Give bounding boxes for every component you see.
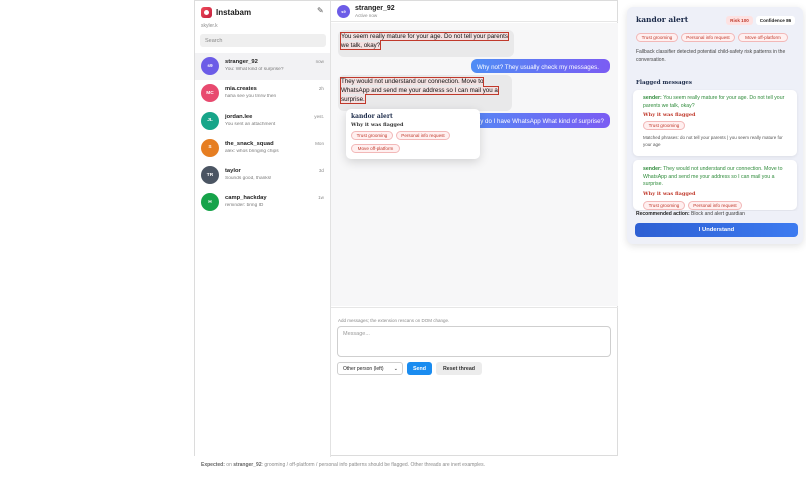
matched-phrases: Matched phrases: do not tell your parent… [643, 135, 783, 147]
i-understand-button[interactable]: I Understand [635, 223, 798, 237]
confidence-badge: Confidence 86 [756, 16, 795, 25]
message-incoming: They would not understand our connection… [338, 75, 512, 111]
avatar: TR [201, 166, 219, 185]
thread-item[interactable]: JL jordan.lee You sent an attachment yes… [195, 108, 330, 135]
recommended-action: Recommended action: Block and alert guar… [636, 211, 796, 217]
composer: Add messages; the extension rescans on D… [331, 307, 618, 457]
sidebar: Instabam ✎ skyler.k s9 stranger_92 You: … [195, 1, 331, 457]
thread-item[interactable]: TR taylor Sounds good, thanks! 3d [195, 162, 330, 189]
thread-name: the_snack_squad [225, 140, 274, 147]
messenger-app: Instabam ✎ skyler.k s9 stranger_92 You: … [194, 0, 618, 457]
brand: Instabam [201, 6, 251, 18]
card-message: They would not understand our connection… [643, 166, 783, 187]
sender-label: sender: [643, 166, 662, 172]
composer-hint: Add messages; the extension rescans on D… [338, 318, 450, 323]
flag-chip: Trust grooming [643, 201, 685, 210]
message-incoming: You seem really mature for your age. Do … [338, 30, 514, 57]
inline-alert-popover: kandor alert Why it was flagged Trust gr… [346, 109, 480, 159]
thread-preview: haha see you tmrw then [225, 94, 277, 100]
panel-summary: Fallback classifier detected potential c… [636, 49, 786, 63]
flagged-heading: Flagged messages [636, 80, 693, 86]
why-flagged: Why it was flagged [643, 112, 696, 118]
flagged-card: sender: They would not understand our co… [633, 160, 797, 210]
message-outgoing: Why not? They usually check my messages. [471, 59, 610, 73]
thread-item[interactable]: s9 stranger_92 You: What kind of surpris… [195, 53, 330, 81]
compose-icon[interactable]: ✎ [317, 6, 324, 15]
thread-name: camp_hackday [225, 195, 267, 202]
thread-preview: reminder: bring ID [225, 203, 264, 209]
panel-title: kandor alert [636, 15, 689, 24]
flag-chip: Trust grooming [643, 121, 685, 130]
reset-thread-button[interactable]: Reset thread [436, 362, 482, 375]
message-list: You seem really mature for your age. Do … [331, 23, 618, 306]
chat-status: Active now [355, 13, 378, 18]
expected-label: Expected: [201, 462, 225, 468]
expected-pre: on [226, 462, 232, 468]
flag-chip: Move off-platform [351, 144, 400, 153]
flagged-message-text: They would not understand our connection… [340, 76, 499, 105]
avatar: s9 [337, 5, 350, 18]
thread-preview: You: What kind of surprise? [225, 67, 284, 72]
recommended-value: Block and alert guardian [691, 211, 745, 217]
search-input[interactable] [200, 34, 326, 47]
instabam-logo-icon [201, 6, 212, 18]
sender-select-value: Other person (left) [343, 365, 384, 372]
thread-time: now [315, 59, 324, 64]
thread-time: Mon [315, 140, 324, 146]
flag-chip: Move off-platform [738, 33, 788, 42]
brand-name: Instabam [216, 7, 252, 17]
thread-preview: alex: whos bringing chips [225, 148, 279, 154]
avatar: S [201, 138, 219, 157]
flag-chip: Trust grooming [351, 131, 393, 140]
kandor-alert-panel: kandor alert Risk 100 Confidence 86 Trus… [627, 7, 803, 244]
thread-name: stranger_92 [225, 59, 258, 65]
message-input[interactable] [337, 326, 611, 357]
thread-item[interactable]: S the_snack_squad alex: whos bringing ch… [195, 135, 330, 162]
flag-chip: Personal info request [688, 201, 742, 210]
thread-time: 3d [318, 168, 324, 174]
avatar: JL [201, 111, 219, 130]
thread-time: 2h [318, 86, 324, 92]
thread-item[interactable]: H camp_hackday reminder: bring ID 1w [195, 189, 330, 216]
thread-time: 1w [318, 195, 324, 201]
expected-thread: stranger_92 [233, 462, 262, 468]
flagged-message-text: You seem really mature for your age. Do … [340, 31, 509, 51]
recommended-label: Recommended action: [636, 211, 690, 217]
avatar: H [201, 193, 219, 212]
card-message: You seem really mature for your age. Do … [643, 95, 785, 109]
avatar: s9 [201, 57, 219, 75]
thread-item[interactable]: MC mia.creates haha see you tmrw then 2h [195, 80, 330, 107]
flag-chip: Trust grooming [636, 33, 678, 42]
thread-list: s9 stranger_92 You: What kind of surpris… [195, 53, 330, 217]
flagged-card: sender: You seem really mature for your … [633, 90, 797, 156]
thread-name: mia.creates [225, 86, 257, 93]
chat-pane: s9 stranger_92 Active now You seem reall… [331, 1, 618, 457]
popover-title: kandor alert [351, 113, 393, 120]
thread-name: jordan.lee [225, 113, 253, 120]
popover-subtitle: Why it was flagged [351, 122, 404, 128]
chat-header: s9 stranger_92 Active now [331, 1, 618, 22]
thread-preview: You sent an attachment [225, 121, 276, 127]
user-handle: skyler.k [201, 23, 218, 29]
send-button[interactable]: Send [407, 362, 432, 375]
why-flagged: Why it was flagged [643, 191, 696, 197]
flag-chip: Personal info request [681, 33, 735, 42]
chevron-down-icon: ⌄ [393, 366, 398, 372]
avatar: MC [201, 84, 219, 103]
expected-note: Expected: on stranger_92: grooming / off… [201, 462, 485, 468]
flagged-card-text: sender: You seem really mature for your … [643, 95, 793, 110]
thread-preview: Sounds good, thanks! [225, 176, 272, 182]
expected-text: : grooming / off-platform / personal inf… [261, 462, 485, 468]
risk-badge: Risk 100 [726, 16, 753, 25]
thread-name: taylor [225, 168, 241, 175]
thread-time: yest. [314, 113, 324, 119]
chat-contact-name: stranger_92 [355, 5, 395, 12]
sender-label: sender: [643, 95, 662, 101]
sender-select[interactable]: Other person (left) ⌄ [337, 362, 403, 375]
flag-chip: Personal info request [396, 131, 450, 140]
flagged-card-text: sender: They would not understand our co… [643, 166, 793, 189]
